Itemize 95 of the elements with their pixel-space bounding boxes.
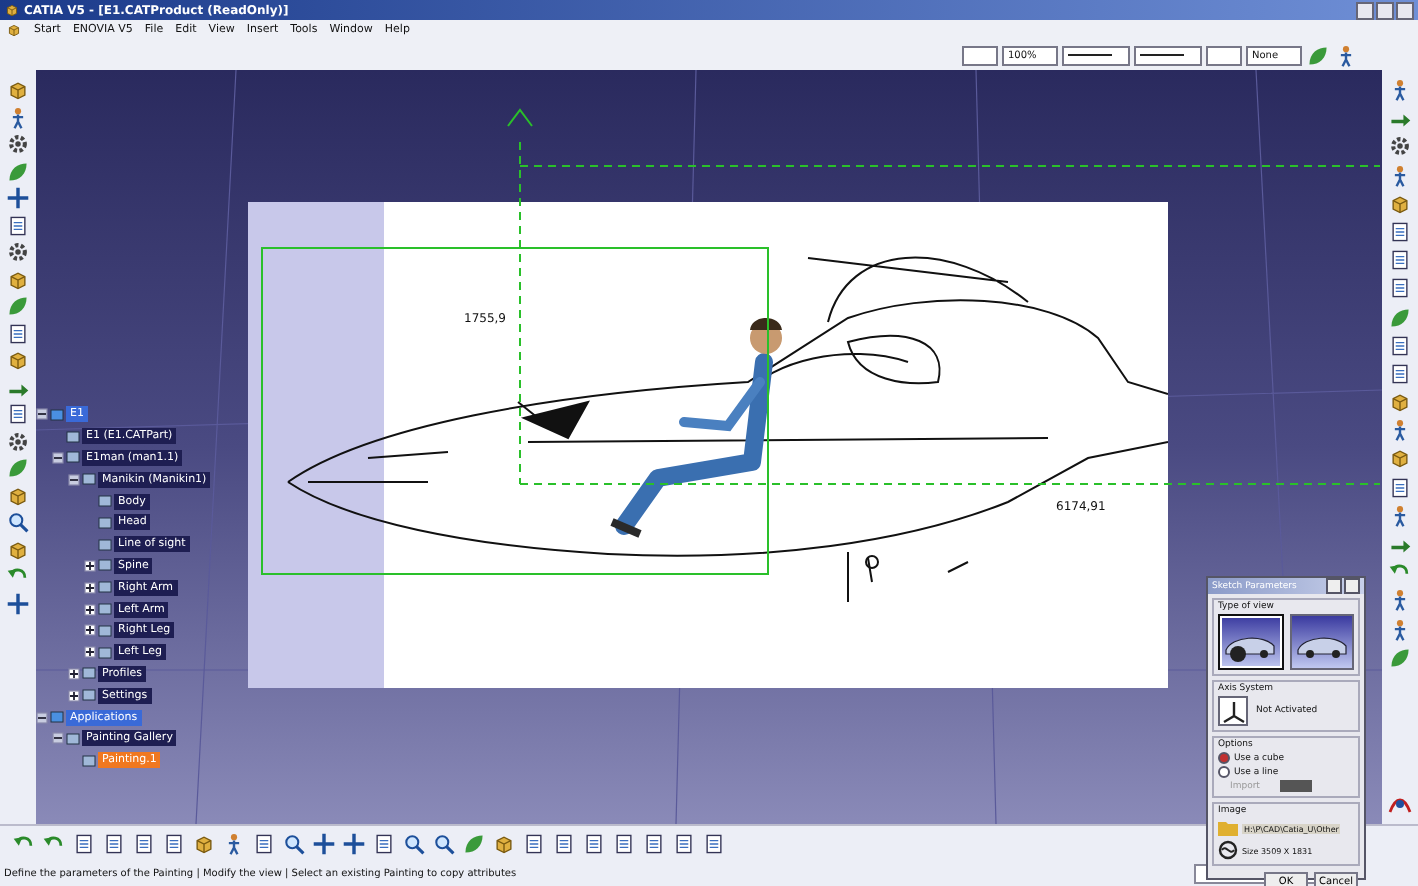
expand-toggle[interactable] [84, 559, 96, 572]
close-button[interactable] [1396, 1, 1414, 19]
tree-node-icon [98, 580, 112, 595]
tree-node-icon [82, 666, 96, 681]
tree-node-icon [66, 731, 80, 746]
cube-icon[interactable] [192, 832, 216, 856]
cross-arrows-icon[interactable] [6, 186, 30, 210]
collapse-toggle[interactable] [36, 408, 48, 421]
view-type-button[interactable] [1218, 614, 1283, 670]
collapse-toggle[interactable] [36, 711, 48, 724]
document-icon[interactable] [162, 832, 186, 856]
cube-icon[interactable] [6, 267, 30, 291]
leaf-icon[interactable] [1388, 645, 1412, 670]
tree-node-icon [66, 450, 80, 465]
view-type-button[interactable] [1289, 614, 1354, 670]
collapse-toggle[interactable] [52, 451, 64, 464]
document-icon[interactable] [252, 832, 276, 856]
swirl-icon[interactable] [1218, 840, 1238, 860]
document-icon[interactable] [102, 832, 126, 856]
selection-frame[interactable] [261, 247, 769, 575]
car-thumbnail-drawing [1296, 637, 1347, 658]
tree-node-icon [98, 602, 112, 617]
expand-toggle[interactable] [68, 667, 80, 680]
leaf-icon[interactable] [1306, 43, 1330, 67]
cube-icon [4, 2, 20, 18]
cube-icon[interactable] [6, 483, 30, 507]
gear-icon[interactable] [6, 240, 30, 264]
document-icon[interactable] [1388, 248, 1412, 273]
document-icon[interactable] [372, 832, 396, 856]
document-icon[interactable] [132, 832, 156, 856]
gear-icon[interactable] [1388, 134, 1412, 159]
line-type-dropdown[interactable] [1134, 45, 1202, 65]
car-thumbnail-drawing [1225, 637, 1276, 662]
cube-icon[interactable] [492, 832, 516, 856]
tree-node-icon [50, 710, 64, 725]
document-icon[interactable] [6, 213, 30, 237]
magnifier-icon[interactable] [402, 832, 426, 856]
document-icon[interactable] [552, 832, 576, 856]
line-thickness-dropdown[interactable] [1062, 45, 1130, 65]
document-icon[interactable] [672, 832, 696, 856]
cross-arrows-icon[interactable] [312, 832, 336, 856]
document-icon[interactable] [612, 832, 636, 856]
document-icon[interactable] [1388, 333, 1412, 358]
tree-node-icon [98, 623, 112, 638]
magnifier-icon[interactable] [432, 832, 456, 856]
tree-node-icon [82, 688, 96, 703]
cube-icon[interactable] [6, 537, 30, 561]
collapse-toggle[interactable] [68, 473, 80, 486]
cross-arrows-icon[interactable] [6, 591, 30, 615]
tree-node-icon [98, 558, 112, 573]
gear-icon[interactable] [6, 429, 30, 453]
minimize-button[interactable] [1356, 1, 1374, 19]
document-icon[interactable] [1388, 219, 1412, 244]
collapse-toggle[interactable] [52, 732, 64, 745]
document-icon[interactable] [6, 321, 30, 345]
document-icon[interactable] [642, 832, 666, 856]
cross-arrows-icon[interactable] [342, 832, 366, 856]
document-icon[interactable] [72, 832, 96, 856]
document-icon[interactable] [1388, 276, 1412, 301]
document-icon[interactable] [6, 402, 30, 426]
tree-node-icon [82, 472, 96, 487]
expand-toggle[interactable] [84, 581, 96, 594]
document-icon[interactable] [1388, 361, 1412, 386]
maximize-button[interactable] [1376, 1, 1394, 19]
cube-icon[interactable] [1388, 390, 1412, 415]
expand-toggle[interactable] [84, 646, 96, 659]
axis-system-button[interactable] [1218, 696, 1248, 726]
cube-icon[interactable] [1388, 191, 1412, 216]
magnifier-icon[interactable] [282, 832, 306, 856]
cube-icon[interactable] [6, 348, 30, 372]
tree-node-icon [98, 494, 112, 509]
document-icon[interactable] [522, 832, 546, 856]
expand-toggle[interactable] [84, 603, 96, 616]
expand-toggle[interactable] [68, 689, 80, 702]
font-size-dropdown[interactable] [962, 45, 998, 65]
close-button[interactable] [1344, 578, 1360, 594]
point-style-dropdown[interactable] [1206, 45, 1242, 65]
leaf-icon[interactable] [462, 832, 486, 856]
gear-icon[interactable] [6, 132, 30, 156]
document-icon[interactable] [1388, 475, 1412, 500]
cube-icon[interactable] [1388, 446, 1412, 471]
document-icon[interactable] [582, 832, 606, 856]
tree-node-icon [98, 645, 112, 660]
help-button[interactable] [1326, 578, 1342, 594]
expand-toggle[interactable] [84, 624, 96, 637]
tree-node-icon [98, 537, 112, 552]
tree-node-icon [82, 753, 96, 768]
magnifier-icon[interactable] [6, 510, 30, 534]
tree-node-icon [98, 515, 112, 530]
tree-node-icon [66, 429, 80, 444]
document-icon[interactable] [702, 832, 726, 856]
cube-icon[interactable] [6, 22, 22, 38]
cube-icon[interactable] [6, 78, 30, 102]
tree-node-icon [50, 407, 64, 422]
file-button[interactable] [1279, 780, 1312, 792]
